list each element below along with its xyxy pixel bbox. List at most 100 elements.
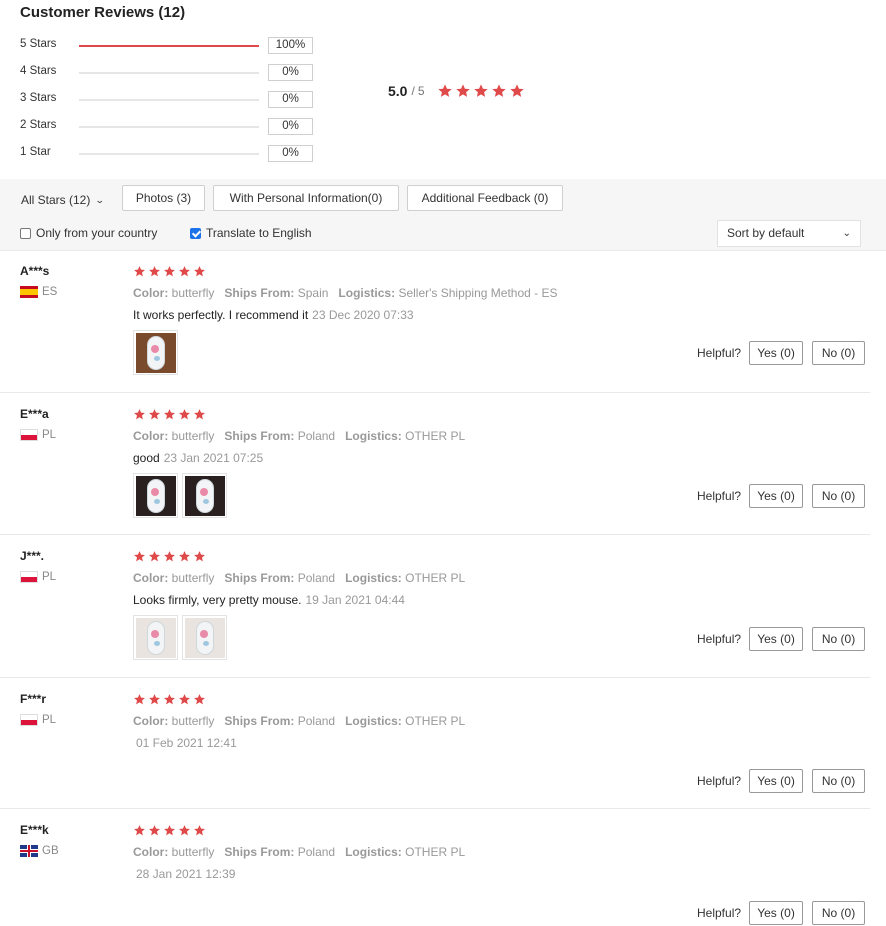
helpful-no-button[interactable]: No (0) [812, 901, 866, 925]
color-label: Color: [133, 429, 169, 443]
logistics-value: OTHER PL [405, 845, 466, 859]
distribution-row[interactable]: 4 Stars 0% [20, 64, 320, 82]
flag-icon [20, 845, 38, 857]
color-value: butterfly [171, 845, 215, 859]
review-date: 01 Feb 2021 12:41 [136, 736, 237, 750]
additional-feedback-filter-button[interactable]: Additional Feedback (0) [407, 185, 563, 211]
logistics-label: Logistics: [345, 571, 402, 585]
star-icon [437, 83, 453, 99]
helpful-controls: Helpful? Yes (0) No (0) [697, 769, 866, 793]
helpful-yes-button[interactable]: Yes (0) [749, 341, 804, 365]
star-icon [163, 265, 176, 278]
star-icon [193, 265, 206, 278]
distribution-label: 3 Stars [20, 92, 57, 104]
distribution-bar [79, 72, 259, 74]
review-body: It works perfectly. I recommend it [133, 308, 309, 322]
review-photo[interactable] [133, 330, 178, 375]
sort-select[interactable]: Sort by default ⌄ [717, 220, 861, 247]
color-value: butterfly [171, 571, 215, 585]
distribution-percent: 0% [268, 91, 313, 108]
star-icon [509, 83, 525, 99]
color-label: Color: [133, 714, 169, 728]
only-country-checkbox[interactable] [20, 227, 31, 239]
color-label: Color: [133, 845, 169, 859]
helpful-no-button[interactable]: No (0) [812, 341, 866, 365]
distribution-label: 2 Stars [20, 119, 57, 131]
distribution-bar-fill [79, 44, 259, 47]
distribution-label: 5 Stars [20, 38, 57, 50]
star-icon [133, 550, 146, 563]
distribution-bar [79, 153, 259, 155]
only-country-label: Only from your country [36, 226, 158, 240]
review-text: 01 Feb 2021 12:41 [136, 736, 237, 750]
review-meta: Color: butterfly Ships From: Poland Logist… [133, 714, 465, 728]
overall-rating: 5.0 / 5 [388, 83, 525, 99]
helpful-no-button[interactable]: No (0) [812, 627, 866, 651]
overall-separator: / [411, 84, 415, 98]
translate-checkbox[interactable] [190, 227, 201, 239]
review-divider [0, 534, 870, 535]
helpful-yes-button[interactable]: Yes (0) [749, 484, 804, 508]
overall-score: 5.0 [388, 83, 408, 99]
review-body: Looks firmly, very pretty mouse. [133, 593, 302, 607]
review-date: 23 Jan 2021 07:25 [163, 451, 264, 465]
photos-filter-button[interactable]: Photos (3) [122, 185, 205, 211]
logistics-label: Logistics: [338, 286, 396, 300]
overall-stars [437, 83, 525, 99]
review-text: Looks firmly, very pretty mouse. 19 Jan 2… [133, 593, 405, 607]
star-icon [148, 265, 161, 278]
reviewer-name: J***. [20, 549, 45, 563]
helpful-controls: Helpful? Yes (0) No (0) [697, 341, 866, 365]
star-icon [178, 265, 191, 278]
reviewer-country: PL [20, 714, 56, 726]
helpful-controls: Helpful? Yes (0) No (0) [697, 627, 866, 651]
review-photo[interactable] [133, 615, 178, 660]
helpful-yes-button[interactable]: Yes (0) [749, 901, 804, 925]
star-icon [193, 693, 206, 706]
helpful-yes-button[interactable]: Yes (0) [749, 627, 804, 651]
color-label: Color: [133, 286, 169, 300]
star-icon [163, 408, 176, 421]
logistics-value: Seller's Shipping Method - ES [398, 286, 558, 300]
distribution-bar [79, 44, 259, 47]
review-text: 28 Jan 2021 12:39 [136, 867, 235, 881]
distribution-percent: 0% [268, 64, 313, 81]
review-body: good [133, 451, 160, 465]
review-photos [133, 615, 227, 660]
helpful-no-button[interactable]: No (0) [812, 484, 866, 508]
star-icon [133, 265, 146, 278]
helpful-yes-button[interactable]: Yes (0) [749, 769, 804, 793]
reviewer-name: E***k [20, 823, 49, 837]
translate-option[interactable]: Translate to English [190, 226, 312, 240]
personal-info-filter-button[interactable]: With Personal Information(0) [213, 185, 399, 211]
ships-from-value: Poland [297, 714, 336, 728]
ships-from-value: Spain [297, 286, 329, 300]
review-photo[interactable] [133, 473, 178, 518]
helpful-label: Helpful? [697, 774, 742, 788]
all-stars-dropdown[interactable]: All Stars (12) ⌄ [21, 193, 105, 207]
country-code: PL [42, 429, 57, 441]
distribution-row[interactable]: 3 Stars 0% [20, 91, 320, 109]
star-icon [133, 693, 146, 706]
review-text: good 23 Jan 2021 07:25 [133, 451, 263, 465]
star-icon [491, 83, 507, 99]
review-meta: Color: butterfly Ships From: Poland Logist… [133, 571, 465, 585]
helpful-label: Helpful? [697, 906, 742, 920]
star-icon [148, 550, 161, 563]
helpful-no-button[interactable]: No (0) [812, 769, 866, 793]
review-rating [133, 550, 206, 563]
flag-icon [20, 286, 38, 298]
ships-from-value: Poland [297, 571, 336, 585]
logistics-value: OTHER PL [405, 429, 466, 443]
review-photo[interactable] [182, 615, 227, 660]
logistics-label: Logistics: [345, 714, 402, 728]
star-icon [178, 550, 191, 563]
helpful-label: Helpful? [697, 346, 742, 360]
ships-from-label: Ships From: [224, 845, 295, 859]
distribution-row[interactable]: 1 Star 0% [20, 145, 320, 163]
sort-select-value: Sort by default [727, 226, 805, 240]
distribution-row[interactable]: 5 Stars 100% [20, 37, 320, 55]
distribution-row[interactable]: 2 Stars 0% [20, 118, 320, 136]
only-country-option[interactable]: Only from your country [20, 226, 157, 240]
review-photo[interactable] [182, 473, 227, 518]
